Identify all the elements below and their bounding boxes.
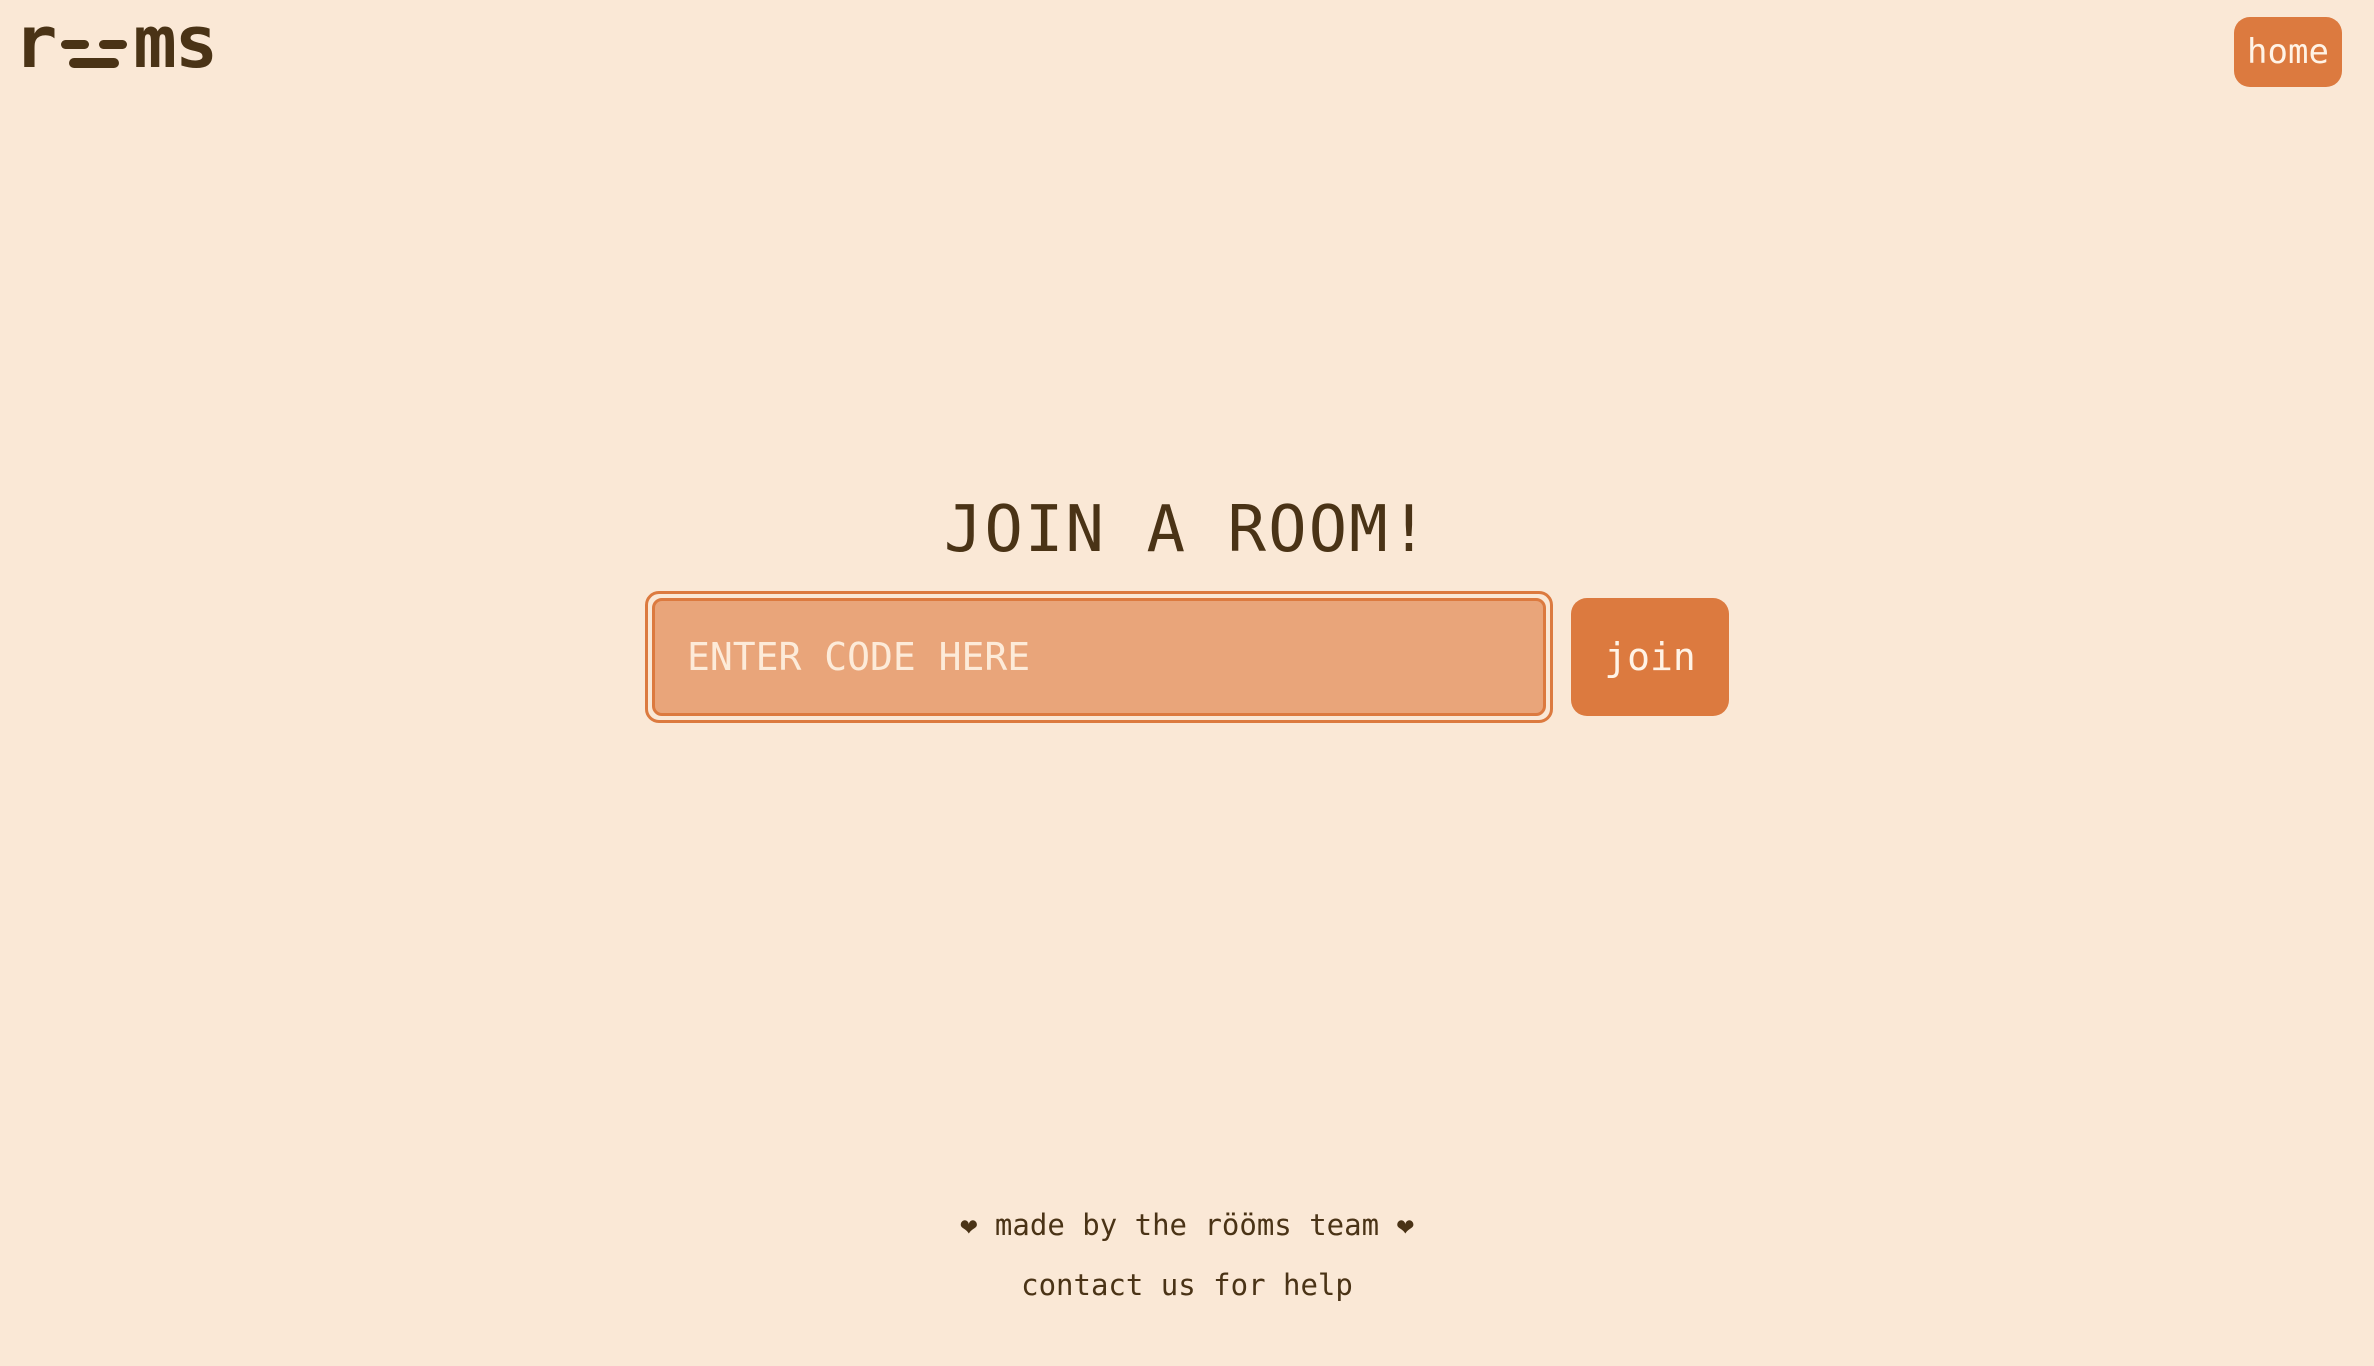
logo[interactable]: r ms <box>14 0 218 84</box>
room-code-input[interactable] <box>652 598 1546 716</box>
contact-link[interactable]: contact us for help <box>0 1268 2374 1302</box>
home-button[interactable]: home <box>2234 17 2342 87</box>
logo-letters-ms: ms <box>133 0 218 84</box>
join-button[interactable]: join <box>1571 598 1729 716</box>
page: r ms home JOIN A ROOM! join ❤ made by th… <box>0 0 2374 1366</box>
made-by-text: ❤ made by the rööms team ❤ <box>960 1208 1414 1242</box>
page-title: JOIN A ROOM! <box>943 493 1431 567</box>
logo-eyes-icon <box>61 40 128 68</box>
logo-letter-r: r <box>14 0 57 84</box>
code-input-frame <box>645 591 1553 723</box>
